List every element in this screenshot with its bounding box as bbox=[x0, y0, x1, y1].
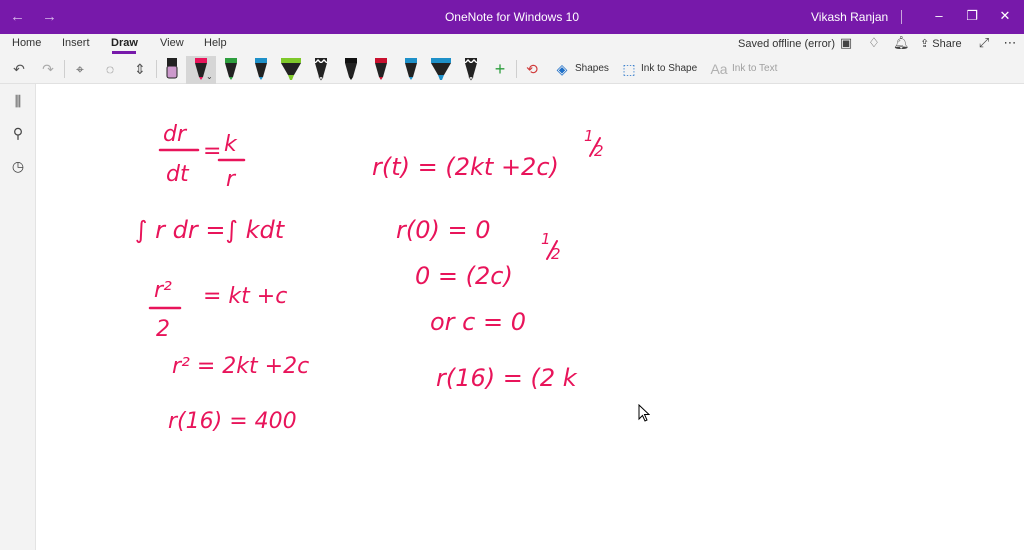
pen-options-chevron-icon[interactable]: ⌄ bbox=[206, 72, 213, 81]
tab-view[interactable]: View bbox=[160, 37, 184, 49]
tab-home[interactable]: Home bbox=[12, 37, 41, 49]
redo-icon[interactable]: ↷ bbox=[38, 59, 58, 79]
highlighter-green-icon[interactable] bbox=[279, 57, 303, 81]
add-space-icon[interactable]: ⇕ bbox=[130, 59, 150, 79]
ruler-icon[interactable]: ⟲ bbox=[522, 59, 542, 79]
undo-icon[interactable]: ↶ bbox=[9, 59, 29, 79]
pencil-white-icon[interactable] bbox=[311, 57, 331, 81]
toolbar-divider bbox=[156, 60, 157, 78]
notebooks-icon[interactable]: ⫼ bbox=[9, 92, 27, 110]
lightbulb-icon[interactable]: ♢ bbox=[866, 35, 882, 51]
lasso-select-icon[interactable]: ◌ bbox=[100, 59, 120, 79]
share-label: Share bbox=[932, 38, 962, 50]
sync-status[interactable]: Saved offline (error) bbox=[738, 38, 835, 50]
shapes-icon[interactable]: ◈ bbox=[552, 59, 572, 79]
recent-clock-icon[interactable]: ◷ bbox=[9, 157, 27, 175]
pen-light-blue-icon[interactable] bbox=[401, 57, 421, 81]
add-pen-icon[interactable]: + bbox=[490, 59, 510, 79]
pen-red-icon[interactable] bbox=[371, 57, 391, 81]
mouse-pointer-icon bbox=[638, 404, 650, 422]
pen-green-icon[interactable] bbox=[221, 57, 241, 81]
minimize-icon[interactable]: – bbox=[928, 6, 950, 26]
pen-black-icon[interactable] bbox=[341, 57, 361, 81]
expand-icon[interactable]: ⤢ bbox=[976, 35, 992, 51]
title-bar: ← → OneNote for Windows 10 Vikash Ranjan… bbox=[0, 0, 1024, 34]
close-icon[interactable]: ✕ bbox=[994, 6, 1016, 26]
restore-icon[interactable]: ❐ bbox=[961, 6, 983, 26]
more-options-icon[interactable]: ⋯ bbox=[1002, 35, 1018, 51]
bell-icon[interactable]: 🔔︎ bbox=[893, 35, 910, 51]
ink-to-shape-button[interactable]: Ink to Shape bbox=[641, 63, 697, 74]
toolbar-divider bbox=[516, 60, 517, 78]
tab-insert[interactable]: Insert bbox=[62, 37, 90, 49]
share-icon: ⇪ bbox=[920, 38, 930, 50]
tab-draw[interactable]: Draw bbox=[111, 37, 138, 49]
user-name[interactable]: Vikash Ranjan bbox=[811, 10, 888, 24]
pen-blue-icon[interactable] bbox=[251, 57, 271, 81]
navigation-rail bbox=[0, 84, 36, 550]
active-tab-indicator bbox=[112, 51, 136, 54]
draw-toolbar bbox=[0, 56, 1024, 84]
notebook-pages-icon[interactable]: ▣ bbox=[838, 35, 854, 51]
share-button[interactable]: ⇪ Share bbox=[920, 37, 962, 50]
ink-to-shape-icon[interactable]: ⬚ bbox=[619, 59, 639, 79]
ink-to-text-icon[interactable]: Aa bbox=[709, 59, 729, 79]
eraser-icon[interactable] bbox=[162, 57, 182, 81]
shapes-button[interactable]: Shapes bbox=[575, 63, 609, 74]
highlighter-blue-icon[interactable] bbox=[429, 57, 453, 81]
type-select-icon[interactable]: ⌖ bbox=[70, 59, 90, 79]
pencil-white-2-icon[interactable] bbox=[461, 57, 481, 81]
title-divider bbox=[901, 10, 902, 24]
tab-help[interactable]: Help bbox=[204, 37, 227, 49]
note-canvas[interactable] bbox=[37, 84, 1024, 550]
search-icon[interactable]: ⚲ bbox=[9, 124, 27, 142]
toolbar-divider bbox=[64, 60, 65, 78]
ink-to-text-button[interactable]: Ink to Text bbox=[732, 63, 777, 74]
